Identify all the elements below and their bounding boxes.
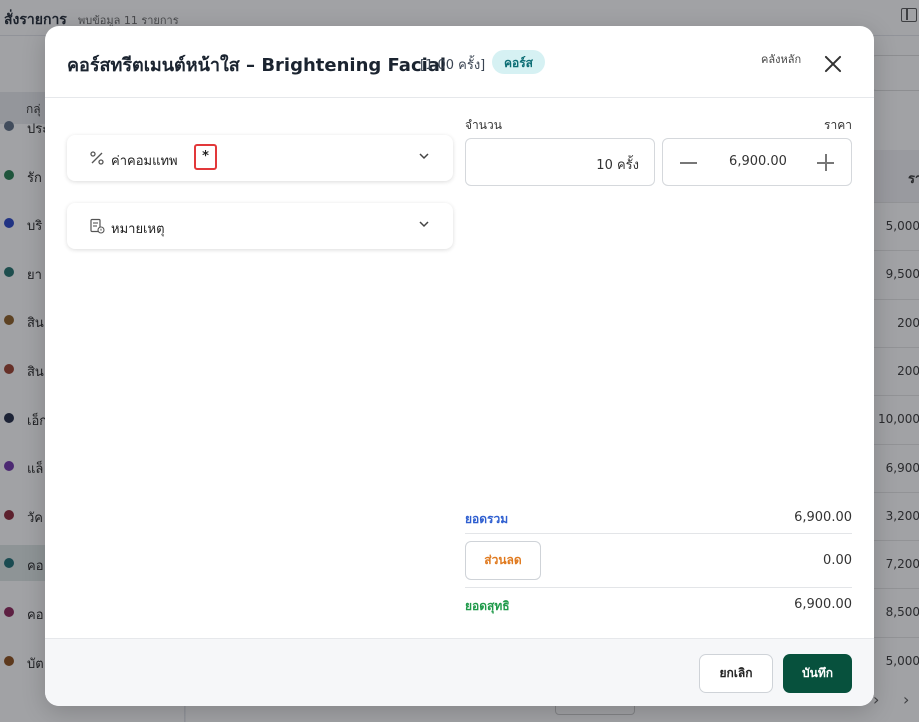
warehouse-label: คลังหลัก [761, 53, 802, 66]
net-value: 6,900.00 [794, 597, 852, 612]
modal-header: คอร์สทรีตเมนต์หน้าใส – Brightening Facia… [45, 26, 874, 98]
cancel-button[interactable]: ยกเลิก [699, 654, 773, 693]
quantity-value: 10 ครั้ง [596, 158, 639, 173]
note-accordion[interactable]: หมายเหตุ [67, 203, 453, 249]
quantity-input[interactable]: 10 ครั้ง [465, 138, 655, 186]
net-label: ยอดสุทธิ [465, 599, 510, 613]
summary-divider [465, 533, 852, 534]
summary-divider [465, 587, 852, 588]
total-label: ยอดรวม [465, 512, 509, 526]
total-value: 6,900.00 [794, 510, 852, 525]
quantity-header: จำนวน [465, 118, 502, 132]
chevron-down-icon [419, 153, 429, 160]
modal-quantity-label: [1.00 ครั้ง] [420, 58, 486, 73]
modal-footer: ยกเลิก บันทึก [45, 638, 874, 706]
commission-accordion[interactable]: ค่าคอมแทพ * [67, 135, 453, 181]
percent-icon [90, 151, 104, 165]
required-asterisk: * [194, 144, 217, 170]
discount-value: 0.00 [823, 553, 852, 568]
commission-label: ค่าคอมแทพ [111, 154, 178, 169]
course-badge: คอร์ส [492, 50, 546, 74]
price-header: ราคา [824, 118, 852, 132]
modal-title: คอร์สทรีตเมนต์หน้าใส – Brightening Facia… [67, 55, 447, 76]
item-detail-modal: คอร์สทรีตเมนต์หน้าใส – Brightening Facia… [45, 26, 874, 706]
close-icon[interactable] [823, 54, 843, 74]
plus-icon[interactable] [817, 154, 834, 172]
note-label: หมายเหตุ [111, 222, 165, 237]
price-stepper[interactable]: 6,900.00 [662, 138, 852, 186]
chevron-down-icon [419, 221, 429, 228]
save-button[interactable]: บันทึก [783, 654, 852, 693]
note-icon [90, 218, 105, 234]
discount-button[interactable]: ส่วนลด [465, 541, 541, 580]
